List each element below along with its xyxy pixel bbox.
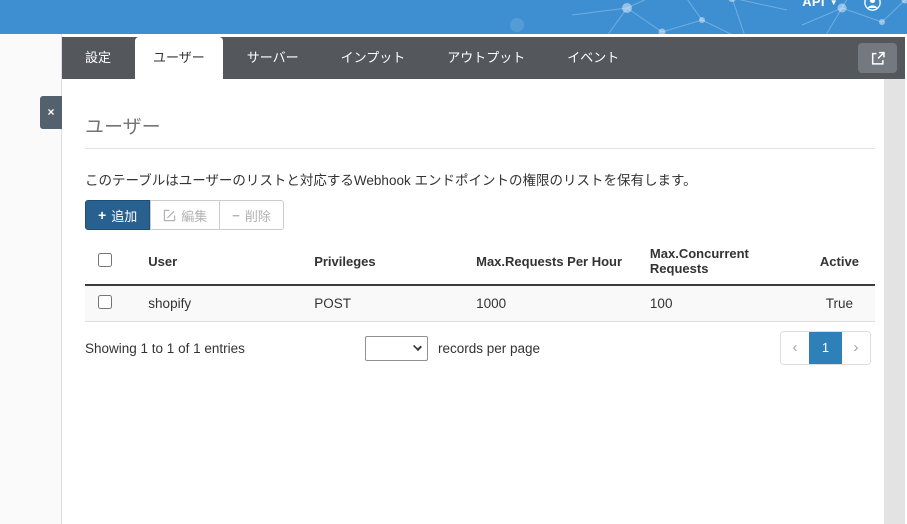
- add-button-label: 追加: [111, 208, 138, 224]
- cell-max-requests: 1000: [468, 285, 642, 322]
- content-row: ユーザー このテーブルはユーザーのリストと対応するWebhook エンドポイント…: [62, 79, 905, 524]
- records-per-page-select[interactable]: [365, 335, 428, 361]
- tab-servers[interactable]: サーバー: [229, 37, 317, 79]
- users-table: User Privileges Max.Requests Per Hour Ma…: [85, 238, 875, 322]
- table-footer: Showing 1 to 1 of 1 entries records per …: [85, 331, 875, 365]
- page-description: このテーブルはユーザーのリストと対応するWebhook エンドポイントの権限のリ…: [85, 173, 697, 188]
- delete-button-label: 削除: [244, 208, 271, 224]
- minus-icon: −: [232, 207, 240, 223]
- tab-bar: 設定 ユーザー サーバー インプット アウトプット イベント: [62, 37, 905, 79]
- cell-max-concurrent: 100: [641, 285, 804, 322]
- api-dropdown[interactable]: API ▼: [802, 0, 838, 9]
- open-external-button[interactable]: [858, 43, 897, 73]
- select-all-checkbox[interactable]: [98, 252, 112, 267]
- row-checkbox[interactable]: [98, 295, 112, 309]
- pagination-prev-button[interactable]: ‹: [781, 332, 809, 364]
- cell-privileges: POST: [306, 285, 469, 322]
- caret-down-icon: ▼: [829, 0, 838, 7]
- top-navbar: API ▼: [0, 0, 907, 34]
- add-button[interactable]: + 追加: [85, 200, 151, 230]
- pagination-page-1-button[interactable]: 1: [809, 332, 842, 364]
- edit-icon: [163, 209, 176, 221]
- records-select-wrap: [365, 335, 428, 361]
- table-row[interactable]: shopify POST 1000 100 True: [85, 285, 875, 322]
- tab-content: ユーザー このテーブルはユーザーのリストと対応するWebhook エンドポイント…: [62, 79, 884, 524]
- main-panel: 設定 ユーザー サーバー インプット アウトプット イベント ユーザー このテー…: [62, 34, 905, 524]
- edit-button[interactable]: 編集: [150, 200, 221, 230]
- page-title: ユーザー: [85, 117, 161, 138]
- table-toolbar: + 追加 編集 − 削除: [85, 200, 875, 230]
- showing-entries-text: Showing 1 to 1 of 1 entries: [85, 340, 245, 356]
- tab-settings[interactable]: 設定: [67, 37, 129, 79]
- external-link-icon: [871, 51, 885, 65]
- column-header-active[interactable]: Active: [803, 238, 875, 286]
- header-checkbox-cell: [85, 238, 141, 286]
- table-header-row: User Privileges Max.Requests Per Hour Ma…: [85, 238, 875, 286]
- column-header-max-requests[interactable]: Max.Requests Per Hour: [468, 238, 642, 286]
- tab-users[interactable]: ユーザー: [135, 37, 223, 79]
- vertical-scrollbar-track[interactable]: [884, 79, 905, 524]
- cell-user: shopify: [140, 285, 307, 322]
- close-panel-button[interactable]: ×: [40, 96, 62, 129]
- tab-outputs[interactable]: アウトプット: [429, 37, 543, 79]
- app-body: × 設定 ユーザー サーバー インプット アウトプット イベント ユーザー この…: [0, 34, 907, 524]
- column-header-privileges[interactable]: Privileges: [306, 238, 469, 286]
- column-header-max-concurrent[interactable]: Max.Concurrent Requests: [641, 238, 804, 286]
- cell-active: True: [803, 285, 875, 322]
- column-header-user[interactable]: User: [140, 238, 307, 286]
- pagination: ‹ 1 ›: [780, 331, 871, 365]
- plus-icon: +: [98, 207, 107, 223]
- user-account-icon[interactable]: [864, 0, 881, 11]
- edit-button-label: 編集: [181, 208, 208, 224]
- row-checkbox-cell: [85, 285, 141, 322]
- delete-button[interactable]: − 削除: [219, 200, 284, 230]
- left-rail: ×: [0, 34, 62, 524]
- pagination-next-button[interactable]: ›: [842, 332, 870, 364]
- api-dropdown-label: API: [802, 0, 825, 9]
- title-divider: [85, 148, 875, 149]
- tab-events[interactable]: イベント: [549, 37, 637, 79]
- tab-inputs[interactable]: インプット: [323, 37, 424, 79]
- records-per-page-label: records per page: [438, 340, 541, 356]
